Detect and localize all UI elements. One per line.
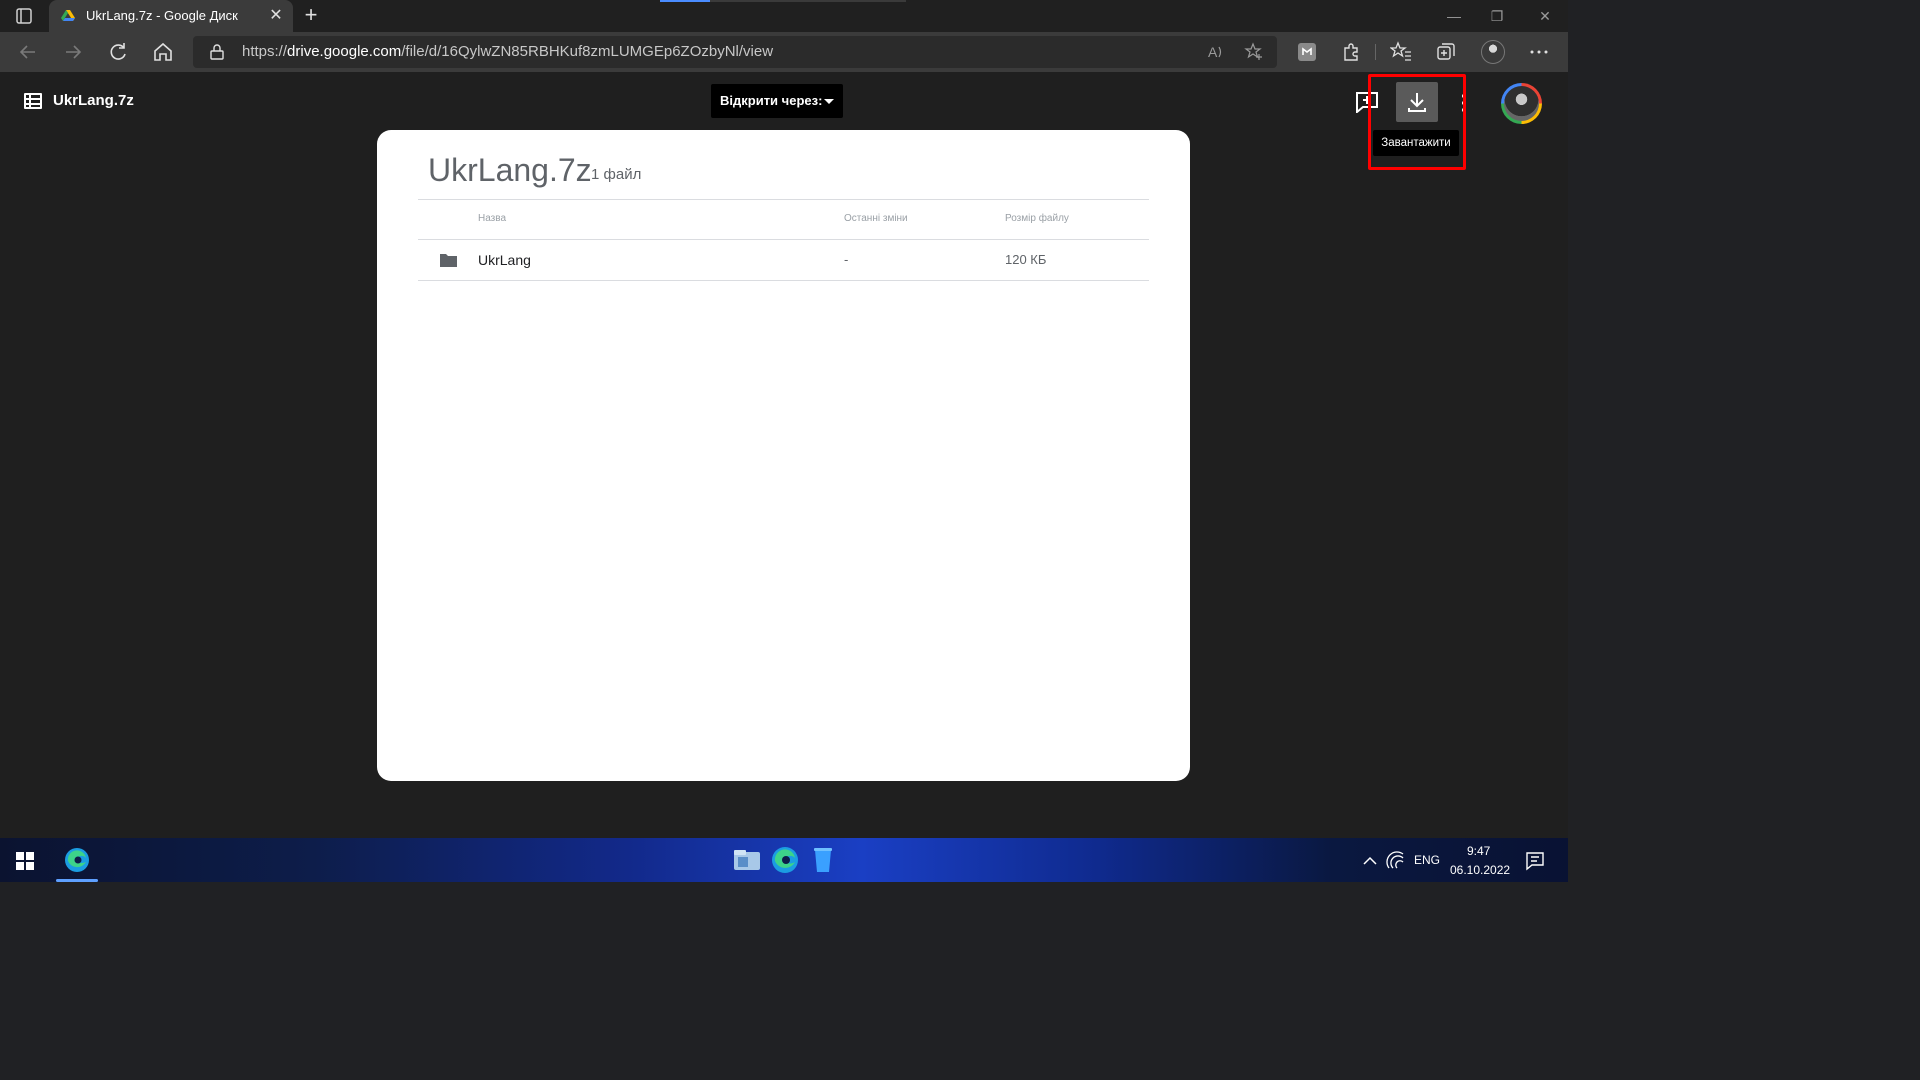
url-host: drive.google.com [287,43,402,60]
browser-toolbar: https://drive.google.com/file/d/16QylwZN… [0,32,1568,72]
open-with-button[interactable]: Відкрити через: [711,84,843,118]
archive-contents-card: UkrLang.7z 1 файл Назва Останні зміни Ро… [377,130,1190,781]
input-language[interactable]: ENG [1414,853,1440,867]
browser-tab-strip: UkrLang.7z - Google Диск ✕ + — ❐ ✕ [0,0,1568,32]
viewer-file-title: UkrLang.7z [53,92,134,109]
row-size: 120 КБ [1005,252,1047,267]
extension-icon[interactable] [1296,41,1318,63]
column-header-modified: Останні зміни [844,213,908,224]
tab-indicator [660,0,710,2]
browser-tab-active[interactable]: UkrLang.7z - Google Диск ✕ [49,0,293,32]
address-bar[interactable]: https://drive.google.com/file/d/16QylwZN… [193,36,1277,68]
clock-time[interactable]: 9:47 [1467,844,1490,858]
restore-icon[interactable]: ❐ [1487,6,1507,26]
row-modified: - [844,252,849,267]
url-prefix: https:// [242,43,288,60]
back-icon[interactable] [16,40,40,64]
file-explorer-icon[interactable] [731,844,763,876]
active-app-indicator [56,879,98,882]
tab-actions-icon[interactable] [12,6,36,26]
settings-more-icon[interactable] [1528,41,1550,63]
network-wifi-icon[interactable] [1385,850,1407,872]
table-row[interactable]: UkrLang - 120 КБ [418,240,1149,280]
extensions-puzzle-icon[interactable] [1340,41,1362,63]
row-name: UkrLang [478,252,531,268]
close-tab-icon[interactable]: ✕ [267,7,285,25]
notifications-icon[interactable] [1524,850,1546,872]
recycle-bin-icon[interactable] [807,844,839,876]
drive-viewer: UkrLang.7z Відкрити через: Завантажити U… [0,72,1568,838]
read-aloud-icon[interactable]: A [1206,42,1226,62]
caret-down-icon [824,99,834,104]
edge-taskbar-icon[interactable] [769,844,801,876]
open-with-label: Відкрити через: [720,93,823,108]
svg-text:A: A [1208,44,1218,60]
highlight-annotation [1368,74,1466,170]
collections-icon[interactable] [1435,41,1457,63]
google-drive-icon [61,9,75,23]
divider [418,280,1149,281]
forward-icon[interactable] [61,40,85,64]
archive-file-count: 1 файл [591,166,642,183]
new-tab-icon[interactable]: + [300,4,322,27]
minimize-icon[interactable]: — [1444,6,1464,26]
url-path: /file/d/16QylwZN85RBHKuf8zmLUMGEp6ZOzbyN… [401,43,774,60]
divider [418,199,1149,200]
url-text[interactable]: https://drive.google.com/file/d/16QylwZN… [242,43,773,60]
tab-title: UkrLang.7z - Google Диск [86,8,238,23]
toolbar-separator [1375,44,1376,60]
google-account-avatar[interactable] [1501,83,1542,124]
folder-icon [440,253,457,267]
windows-taskbar: ENG 9:47 06.10.2022 [0,838,1568,882]
windows-start-icon[interactable] [16,852,34,870]
home-icon[interactable] [151,40,175,64]
archive-list-icon [23,92,43,110]
column-header-name: Назва [478,213,507,224]
chevron-up-icon[interactable] [1359,850,1381,872]
favorites-icon[interactable] [1389,41,1412,63]
lock-icon[interactable] [210,44,224,60]
tab-indicator-track [710,0,906,2]
browser-profile-avatar[interactable] [1481,40,1505,64]
add-favorite-icon[interactable] [1244,42,1264,62]
archive-title: UkrLang.7z [428,152,592,188]
column-header-size: Розмір файлу [1005,213,1069,224]
refresh-icon[interactable] [106,40,130,64]
viewer-topbar: UkrLang.7z Відкрити через: Завантажити [0,72,1568,170]
close-window-icon[interactable]: ✕ [1535,6,1555,26]
edge-pinned-icon[interactable] [61,844,93,876]
clock-date[interactable]: 06.10.2022 [1450,863,1510,877]
